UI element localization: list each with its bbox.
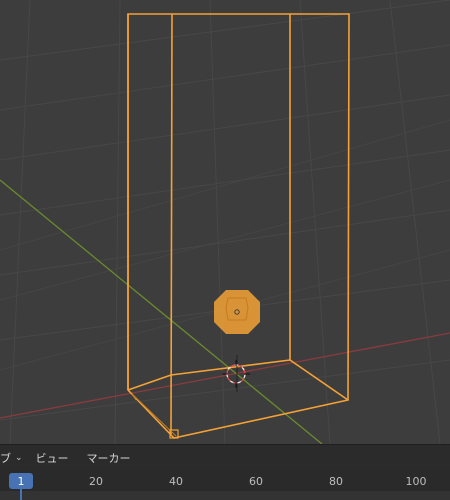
timeline-mode-dropdown[interactable]: ブ ⌄ [0, 449, 26, 467]
tick-label: 60 [249, 475, 263, 488]
current-frame-number: 1 [17, 474, 25, 488]
menu-marker[interactable]: マーカー [87, 450, 131, 466]
timeline-ruler[interactable]: 1 20 40 60 80 100 [0, 470, 450, 500]
tick-label: 40 [169, 475, 183, 488]
timeline-header: ブ ⌄ ビュー マーカー [0, 444, 450, 471]
tick-label: 20 [89, 475, 103, 488]
3d-viewport[interactable] [0, 0, 450, 444]
playhead-line [20, 489, 22, 500]
chevron-down-icon: ⌄ [15, 453, 23, 463]
floor-grid [0, 0, 450, 444]
x-axis-line [0, 332, 450, 419]
y-axis-line [0, 179, 323, 444]
timeline-mode-label: ブ [0, 452, 11, 465]
cube-back-edges [131, 393, 177, 437]
light-icon[interactable] [214, 290, 260, 334]
selected-cube-wireframe[interactable] [127, 13, 350, 439]
frame-range-band [0, 491, 450, 500]
menu-view[interactable]: ビュー [36, 450, 69, 466]
tick-label: 80 [329, 475, 343, 488]
tick-label: 100 [405, 475, 427, 488]
viewport-canvas[interactable] [0, 0, 450, 444]
current-frame-indicator[interactable]: 1 [9, 473, 33, 489]
